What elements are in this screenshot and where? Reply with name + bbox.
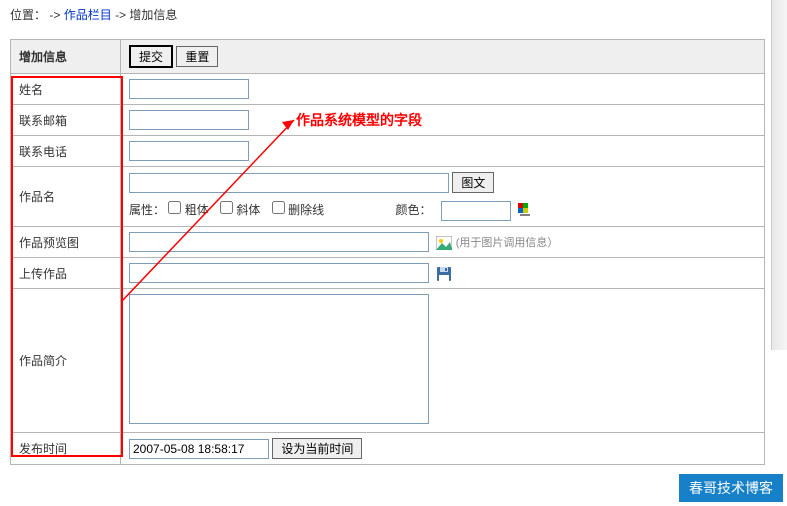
form-actions: 提交 重置	[121, 40, 765, 74]
name-label: 姓名	[11, 74, 121, 105]
breadcrumb-sep: ->	[115, 8, 129, 22]
intro-label: 作品简介	[11, 289, 121, 433]
strike-checkbox[interactable]	[272, 201, 285, 214]
italic-checkbox[interactable]	[220, 201, 233, 214]
save-disk-icon[interactable]	[436, 266, 452, 282]
name-input[interactable]	[129, 79, 249, 99]
preview-hint: (用于图片调用信息）	[456, 237, 559, 249]
breadcrumb-label: 位置：	[10, 8, 46, 22]
work-name-input[interactable]	[129, 173, 449, 193]
phone-label: 联系电话	[11, 136, 121, 167]
intro-textarea[interactable]	[129, 294, 429, 424]
preview-label: 作品预览图	[11, 227, 121, 258]
breadcrumb: 位置： -> 作品栏目 -> 增加信息	[0, 0, 787, 29]
color-input[interactable]	[441, 201, 511, 221]
bold-checkbox[interactable]	[168, 201, 181, 214]
email-label: 联系邮箱	[11, 105, 121, 136]
image-icon[interactable]	[436, 236, 452, 250]
bold-label: 粗体	[185, 203, 209, 217]
breadcrumb-sep: ->	[49, 8, 63, 22]
upload-input[interactable]	[129, 263, 429, 283]
color-label: 颜色：	[395, 203, 431, 217]
publish-label: 发布时间	[11, 433, 121, 465]
page-scrollbar[interactable]	[771, 0, 787, 350]
strike-label: 删除线	[288, 203, 324, 217]
reset-button[interactable]: 重置	[176, 46, 218, 67]
work-name-label: 作品名	[11, 167, 121, 227]
set-now-button[interactable]: 设为当前时间	[272, 438, 362, 459]
form-title: 增加信息	[11, 40, 121, 74]
publish-time-input[interactable]	[129, 439, 269, 459]
italic-label: 斜体	[236, 203, 260, 217]
watermark: 春哥技术博客	[679, 474, 783, 502]
breadcrumb-link-works[interactable]: 作品栏目	[64, 8, 112, 22]
attr-label: 属性：	[129, 203, 165, 217]
upload-label: 上传作品	[11, 258, 121, 289]
color-picker-icon[interactable]	[518, 203, 534, 219]
phone-input[interactable]	[129, 141, 249, 161]
submit-button[interactable]: 提交	[129, 45, 173, 68]
form-table: 增加信息 提交 重置 姓名 联系邮箱 联系电话 作品名 图文 属性： 粗体 斜体	[10, 39, 765, 465]
breadcrumb-current: 增加信息	[129, 8, 177, 22]
graphic-button[interactable]: 图文	[452, 172, 494, 193]
email-input[interactable]	[129, 110, 249, 130]
preview-input[interactable]	[129, 232, 429, 252]
annotation-text: 作品系统模型的字段	[296, 110, 422, 130]
